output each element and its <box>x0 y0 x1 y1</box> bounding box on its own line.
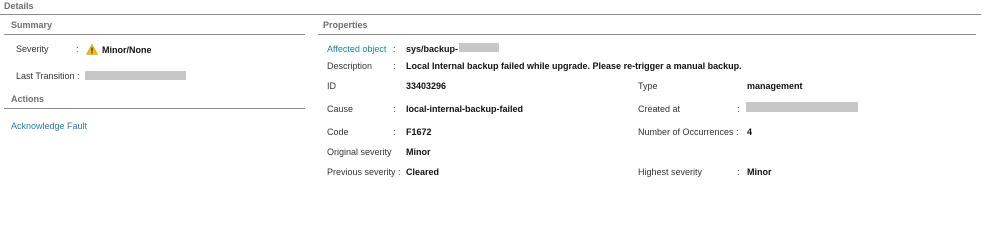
summary-divider <box>4 34 305 35</box>
type-label: Type <box>638 81 658 91</box>
severity-value: Minor/None <box>102 45 152 55</box>
created-at-redacted-value <box>746 102 858 112</box>
details-divider <box>0 14 981 15</box>
description-label: Description <box>327 61 373 71</box>
id-value: 33403296 <box>406 81 447 91</box>
summary-title: Summary <box>11 20 53 30</box>
warning-triangle-icon <box>86 44 98 55</box>
highest-severity-value: Minor <box>747 167 772 177</box>
last-transition-redacted-value <box>85 71 186 80</box>
severity-label: Severity <box>16 44 49 54</box>
cause-value: local-internal-backup-failed <box>406 104 524 114</box>
details-title: Details <box>4 1 34 11</box>
type-value: management <box>747 81 803 91</box>
affected-object-colon: : <box>393 44 396 54</box>
highest-severity-label: Highest severity <box>638 167 703 177</box>
occurrences-label: Number of Occurrences : <box>638 127 739 137</box>
description-value: Local Internal backup failed while upgra… <box>406 61 742 71</box>
actions-divider <box>4 108 305 109</box>
properties-divider <box>318 34 976 35</box>
affected-object-link[interactable]: Affected object <box>327 44 386 54</box>
severity-colon: : <box>76 44 79 54</box>
code-value: F1672 <box>406 127 432 137</box>
occurrences-value: 4 <box>747 127 753 137</box>
created-at-label: Created at <box>638 104 681 114</box>
highest-severity-colon: : <box>737 167 740 177</box>
affected-object-value: sys/backup- <box>406 44 459 54</box>
code-colon: : <box>393 127 396 137</box>
affected-object-redacted-suffix <box>459 43 499 52</box>
severity-value-container: Minor/None <box>86 44 152 55</box>
previous-severity-label: Previous severity : <box>327 167 401 177</box>
description-colon: : <box>393 61 396 71</box>
actions-title: Actions <box>11 94 45 104</box>
cause-colon: : <box>393 104 396 114</box>
id-label: ID <box>327 81 336 91</box>
created-at-colon: : <box>737 104 740 114</box>
last-transition-label: Last Transition : <box>16 71 80 81</box>
cause-label: Cause <box>327 104 354 114</box>
original-severity-label: Original severity <box>327 147 392 157</box>
properties-title: Properties <box>323 20 368 30</box>
previous-severity-value: Cleared <box>406 167 440 177</box>
acknowledge-fault-link[interactable]: Acknowledge Fault <box>11 121 87 131</box>
code-label: Code <box>327 127 349 137</box>
original-severity-value: Minor <box>406 147 431 157</box>
